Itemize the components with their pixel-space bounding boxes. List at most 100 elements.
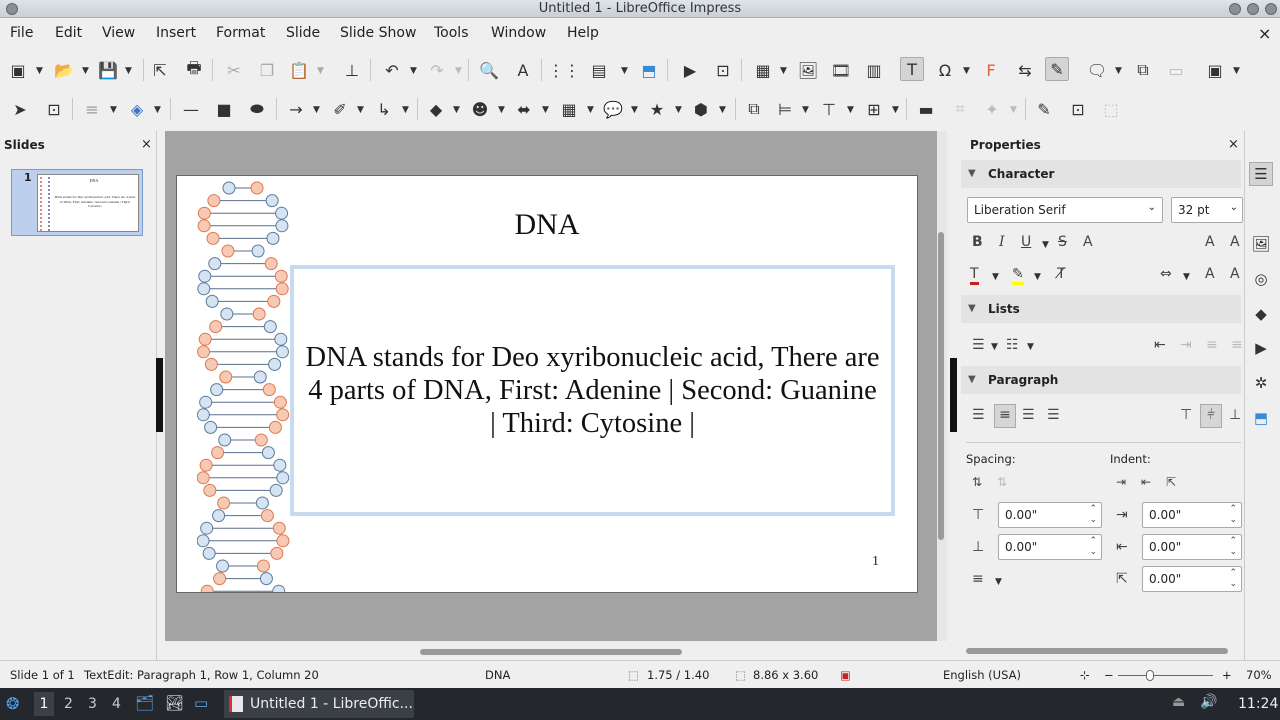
align-center-icon[interactable]: ≡ [994, 404, 1016, 428]
menu-view[interactable]: View [102, 25, 135, 41]
workspace-1[interactable]: 1 [34, 692, 54, 716]
block-arrows-icon[interactable]: ⬌ [512, 97, 536, 121]
chevron-down-icon[interactable]: ▼ [587, 105, 594, 115]
connector-icon[interactable]: ↳ [372, 97, 396, 121]
taskbar-window-button[interactable]: Untitled 1 - LibreOffic... [224, 690, 414, 718]
chevron-down-icon[interactable]: ▼ [1233, 66, 1240, 76]
bold-icon[interactable]: B [972, 234, 983, 250]
increase-indent-icon[interactable]: ⇥ [1116, 475, 1126, 489]
chevron-down-icon[interactable]: ▼ [542, 105, 549, 115]
symbol-shapes-icon[interactable]: ☻ [468, 97, 492, 121]
minimize-button[interactable] [1229, 3, 1241, 15]
zoom-out-icon[interactable]: − [1104, 668, 1114, 682]
chevron-down-icon[interactable]: ▼ [1042, 240, 1049, 250]
line-color-icon[interactable]: ≡ [80, 97, 104, 121]
align-right-icon[interactable]: ☰ [1022, 407, 1035, 423]
strikethrough-icon[interactable]: S [1058, 234, 1067, 250]
menu-tools[interactable]: Tools [434, 25, 469, 41]
menu-insert[interactable]: Insert [156, 25, 196, 41]
shapes-tab-icon[interactable]: ◆ [1249, 302, 1273, 326]
star-icon[interactable]: ★ [645, 97, 669, 121]
image-icon[interactable]: 🖼 [796, 58, 820, 82]
master-slides-tab-icon[interactable]: ⬒ [1249, 406, 1273, 430]
curve-icon[interactable]: ✐ [328, 97, 352, 121]
menu-file[interactable]: File [10, 25, 33, 41]
zoom-slider-handle[interactable] [1146, 670, 1154, 681]
slide-thumbnail[interactable]: 1 DNA DNA stands for Deo xyribonucleic a… [11, 169, 143, 236]
points-icon[interactable]: ✎ [1032, 97, 1056, 121]
zoom-pan-icon[interactable]: ⊡ [42, 97, 66, 121]
cut-icon[interactable]: ✂ [222, 58, 246, 82]
paragraph-section-header[interactable]: ▼ Paragraph [961, 366, 1241, 394]
open-folder-icon[interactable]: 📂 [52, 58, 76, 82]
window-menu-button[interactable] [6, 3, 18, 15]
first-line-indent-field[interactable]: 0.00" ⌃ ⌄ [1142, 566, 1242, 592]
align-top-icon[interactable]: ⊤ [1180, 407, 1192, 423]
slide-title[interactable]: DNA [177, 208, 917, 242]
slide-transition-tab-icon[interactable]: ▶ [1249, 336, 1273, 360]
chevron-down-icon[interactable]: ▼ [621, 66, 628, 76]
duplicate-slide-icon[interactable]: ⧉ [1131, 58, 1155, 82]
chevron-down-icon[interactable]: ▼ [675, 105, 682, 115]
chevron-down-icon[interactable]: ▼ [82, 66, 89, 76]
chevron-down-icon[interactable]: ▼ [892, 105, 899, 115]
find-replace-icon[interactable]: 🔍 [477, 58, 501, 82]
flowchart-icon[interactable]: ▦ [557, 97, 581, 121]
properties-scrollbar-thumb[interactable] [966, 648, 1228, 654]
chevron-down-icon[interactable]: ▼ [1183, 272, 1190, 282]
below-paragraph-spacing-field[interactable]: 0.00" ⌃ ⌄ [998, 534, 1102, 560]
new-icon[interactable]: ▣ [6, 58, 30, 82]
zoom-level[interactable]: 70% [1246, 668, 1272, 682]
chart-icon[interactable]: ▥ [862, 58, 886, 82]
left-panel-splitter[interactable] [156, 358, 163, 432]
chevron-down-icon[interactable]: ▼ [1115, 66, 1122, 76]
chevron-down-icon[interactable]: ▼ [154, 105, 161, 115]
justify-icon[interactable]: ☰ [1047, 407, 1060, 423]
shadow-icon[interactable]: ▬ [914, 97, 938, 121]
lists-section-header[interactable]: ▼ Lists [961, 295, 1241, 323]
crop-icon[interactable]: ⌗ [948, 97, 972, 121]
chevron-down-icon[interactable]: ▼ [125, 66, 132, 76]
document-modified-icon[interactable]: ▣ [840, 668, 851, 682]
menu-edit[interactable]: Edit [55, 25, 82, 41]
align-left-icon[interactable]: ☰ [972, 407, 985, 423]
workspace-4[interactable]: 4 [112, 696, 121, 712]
chevron-down-icon[interactable]: ▼ [991, 342, 998, 352]
clear-formatting-icon[interactable]: T̸ [1057, 266, 1066, 282]
chevron-down-icon[interactable]: ▼ [357, 105, 364, 115]
undo-icon[interactable]: ↶ [380, 58, 404, 82]
transformations-icon[interactable]: ⧉ [742, 97, 766, 121]
chevron-down-icon[interactable]: ▼ [453, 105, 460, 115]
decrease-font-icon[interactable]: A [1230, 234, 1240, 250]
chevron-down-icon[interactable]: ▼ [313, 105, 320, 115]
line-icon[interactable]: — [179, 97, 203, 121]
special-character-icon[interactable]: Ω [933, 58, 957, 82]
menu-window[interactable]: Window [491, 25, 546, 41]
spin-arrows-icon[interactable]: ⌃ ⌄ [1229, 504, 1237, 526]
menu-format[interactable]: Format [216, 25, 265, 41]
distribute-icon[interactable]: ⊞ [862, 97, 886, 121]
right-panel-splitter[interactable] [950, 358, 957, 432]
animation-tab-icon[interactable]: ✲ [1249, 371, 1273, 395]
zoom-slider[interactable] [1118, 675, 1213, 676]
underline-icon[interactable]: U [1021, 234, 1031, 250]
delete-slide-icon[interactable]: ▭ [1164, 58, 1188, 82]
line-arrow-icon[interactable]: → [284, 97, 308, 121]
move-down-icon[interactable]: ≡ [1231, 337, 1243, 353]
maximize-button[interactable] [1247, 3, 1259, 15]
highlight-color-icon[interactable]: ✎ [1012, 266, 1024, 285]
workspace-2[interactable]: 2 [64, 696, 73, 712]
table-icon[interactable]: ▦ [751, 58, 775, 82]
superscript-icon[interactable]: A [1205, 266, 1215, 282]
slide-body-textbox[interactable]: DNA stands for Deo xyribonucleic acid, T… [290, 265, 895, 516]
vertical-scrollbar-thumb[interactable] [938, 232, 944, 540]
chevron-down-icon[interactable]: ▼ [631, 105, 638, 115]
align-objects-icon[interactable]: ⊨ [773, 97, 797, 121]
file-manager-icon[interactable]: 🗂 [135, 694, 154, 712]
master-slide-name[interactable]: DNA [485, 668, 510, 682]
ordered-list-icon[interactable]: ☷ [1006, 337, 1019, 353]
increase-spacing-icon[interactable]: ⇅ [972, 475, 982, 489]
volume-icon[interactable]: 🔊 [1200, 694, 1217, 710]
unordered-list-icon[interactable]: ☰ [972, 337, 985, 353]
chevron-down-icon[interactable]: ▼ [110, 105, 117, 115]
